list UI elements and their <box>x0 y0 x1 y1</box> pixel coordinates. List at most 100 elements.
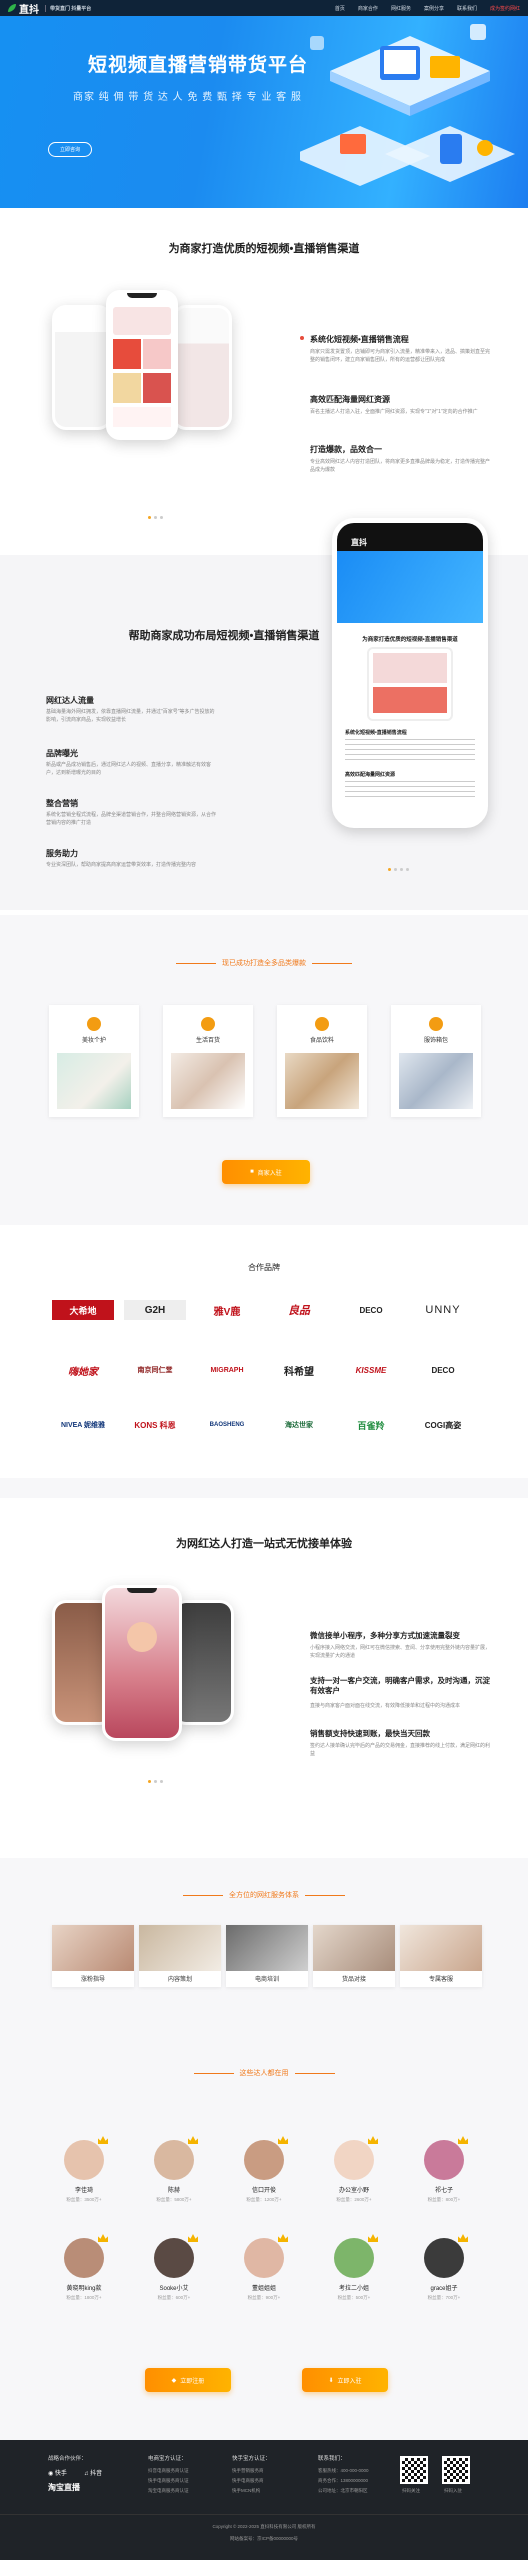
influencer-name: grace姐子 <box>430 2286 458 2292</box>
partners-title: 合作品牌 <box>248 1263 280 1272</box>
logo-text: 直抖 <box>19 4 39 16</box>
footer-link[interactable]: 抖音电商服务商认证 <box>148 2468 189 2474</box>
s1-feature-2-desc: 百名主播达人打造入驻，全面推广网红资源，实现专"1"对"1"定向的合作推广 <box>310 409 478 415</box>
service-card[interactable]: 内容策划 <box>139 1925 221 1987</box>
brand-logo: BAOSHENG <box>209 1422 245 1428</box>
category-card-beauty[interactable]: 美妆个护 <box>49 1005 139 1117</box>
hero-consult-button[interactable]: 立即咨询 <box>48 142 92 157</box>
footer-link[interactable]: 淘宝电商服务商认证 <box>148 2488 189 2494</box>
service-image <box>52 1925 134 1971</box>
influencer-item[interactable]: 考拉二小姐粉丝量：500万+ <box>324 2234 384 2301</box>
register-button[interactable]: ◆ 立即注册 <box>145 2368 231 2392</box>
influencer-name: 李佳琦 <box>74 2188 93 2194</box>
phone-live-center <box>102 1585 182 1741</box>
phone-notch <box>127 293 157 298</box>
carousel-dots-1[interactable] <box>148 516 163 519</box>
influencer-item[interactable]: 黄晓明king款 粉丝量：1800万+ <box>54 2234 114 2301</box>
service-label: 专属客服 <box>428 1977 453 1983</box>
influencer-fans: 粉丝量：500万+ <box>337 2295 371 2300</box>
service-image <box>313 1925 395 1971</box>
douyin-logo: ♫ 抖音 <box>84 2471 103 2477</box>
footer-link[interactable]: 快手电商服务商认证 <box>148 2478 189 2484</box>
avatar <box>64 2234 108 2278</box>
influencer-item[interactable]: 李佳琦 粉丝量：3500万+ <box>54 2136 114 2203</box>
nav-join[interactable]: 成为签约网红 <box>490 5 520 12</box>
nav-influencer[interactable]: 网红服务 <box>391 5 411 12</box>
brand-logo: 嗨她家 <box>68 1366 98 1378</box>
logo[interactable]: 直抖 带货直门 抖量平台 <box>8 1 91 16</box>
diamond-icon: ◆ <box>171 2377 177 2384</box>
brand-logo: 百雀羚 <box>357 1420 385 1431</box>
taobao-live-logo: 淘宝直播 <box>48 2483 80 2492</box>
carousel-dots-3[interactable] <box>148 1780 163 1783</box>
settle-in-button[interactable]: ⬇ 立即入驻 <box>302 2368 388 2392</box>
brand-logo: UNNY <box>425 1304 461 1316</box>
carousel-dots-2[interactable] <box>388 868 409 871</box>
influencer-name: 祁七子 <box>434 2188 453 2194</box>
s3-feature-2-title: 支持一对一客户交流，明确客户需求，及时沟通，沉淀有效客户 <box>310 1676 490 1695</box>
nav-home[interactable]: 首页 <box>335 5 345 12</box>
fashion-image <box>399 1053 473 1109</box>
beauty-icon <box>87 1017 101 1031</box>
category-label: 美妆个护 <box>81 1038 106 1044</box>
phone-large: 直抖 为商家打造优质的短视频•直播销售渠道 系统化短视频•直播销售流程 高效匹配… <box>332 518 488 828</box>
avatar <box>424 2234 468 2278</box>
daily-image <box>171 1053 245 1109</box>
kuaishou-logo: ◉ 快手 <box>48 2471 67 2477</box>
category-card-food[interactable]: 食品饮料 <box>277 1005 367 1117</box>
icp-record[interactable]: 网站备案号：京ICP备00000000号 <box>0 2536 528 2542</box>
influencer-name: 考拉二小姐 <box>338 2286 369 2292</box>
s1-feature-2-title: 高效匹配海量网红资源 <box>310 395 390 404</box>
influencer-item[interactable]: 信口开俊 粉丝量：1200万+ <box>234 2136 294 2203</box>
influencer-item[interactable]: Sooke小艾 粉丝量：600万+ <box>144 2234 204 2301</box>
nav-cases[interactable]: 案例分享 <box>424 5 444 12</box>
brand-logo: MIGRAPH <box>210 1366 244 1374</box>
footer-col-heading: 战略合作伙伴： <box>48 2456 87 2462</box>
nav-merchant[interactable]: 商家合作 <box>358 5 378 12</box>
influencer-item[interactable]: 办公室小野 粉丝量：2600万+ <box>324 2136 384 2203</box>
influencer-fans: 粉丝量：800万+ <box>427 2197 461 2202</box>
service-label: 内容策划 <box>167 1977 192 1983</box>
settle-in-label: 立即入驻 <box>337 2378 362 2385</box>
footer-link[interactable]: 快手电商服务商 <box>232 2478 264 2484</box>
service-card[interactable]: 电商培训 <box>226 1925 308 1987</box>
influencer-name: 办公室小野 <box>338 2188 369 2194</box>
influencers-subtitle: 这些达人都在用 <box>0 2068 528 2078</box>
category-card-fashion[interactable]: 服饰箱包 <box>391 1005 481 1117</box>
beauty-image <box>57 1053 131 1109</box>
influencer-item[interactable]: 祁七子粉丝量：800万+ <box>414 2136 474 2203</box>
daily-goods-icon <box>201 1017 215 1031</box>
influencer-name: 董姐姐姐 <box>251 2286 276 2292</box>
footer-link[interactable]: 快手MCN机构 <box>232 2488 260 2494</box>
footer-link[interactable]: 快手营销服务商 <box>232 2468 264 2474</box>
partner-label: 抖音 <box>90 2471 103 2477</box>
category-card-daily[interactable]: 生活百货 <box>163 1005 253 1117</box>
brand-logo: 海达世家 <box>285 1422 313 1429</box>
qr-code-join <box>442 2456 470 2484</box>
hero-title: 短视频直播营销带货平台 <box>88 55 309 76</box>
influencer-item[interactable]: grace姐子 粉丝量：700万+ <box>414 2234 474 2301</box>
s2-feature-3-title: 整合营销 <box>46 799 78 808</box>
s2-feature-2-title: 品牌曝光 <box>46 749 78 758</box>
influencer-item[interactable]: 董姐姐姐粉丝量：900万+ <box>234 2234 294 2301</box>
s1-feature-3-desc: 专业高效网红达人内容打造团队，将商家更多直推品牌最为稳定，打造传播完整产品成为爆… <box>310 459 491 473</box>
service-card[interactable]: 涨粉指导 <box>52 1925 134 1987</box>
s2-feature-2-desc: 新品或产品成功销售后，通过网红达人的视频、直播分享，精准触达有效客户，达到新增曝… <box>46 762 212 776</box>
download-icon: ⬇ <box>328 2377 334 2384</box>
category-label: 食品饮料 <box>309 1038 334 1044</box>
influencer-fans: 粉丝量：1800万+ <box>66 2295 102 2300</box>
influencer-fans: 粉丝量：1200万+ <box>246 2197 282 2202</box>
influencer-fans: 粉丝量：900万+ <box>247 2295 281 2300</box>
influencer-item[interactable]: 陈赫 粉丝量：5800万+ <box>144 2136 204 2203</box>
service-card[interactable]: 专属客服 <box>400 1925 482 1987</box>
phone-center <box>106 290 178 440</box>
merchant-join-button[interactable]: ■ 商家入驻 <box>222 1160 310 1184</box>
s2-feature-1-title: 网红达人流量 <box>46 696 94 705</box>
nav-links: 首页 商家合作 网红服务 案例分享 联系我们 成为签约网红 <box>335 5 520 12</box>
s3-feature-3-title: 销售额支持快速到账，最快当天回款 <box>310 1729 430 1738</box>
avatar <box>244 2136 288 2180</box>
nav-contact[interactable]: 联系我们 <box>457 5 477 12</box>
service-card[interactable]: 货品对接 <box>313 1925 395 1987</box>
brand-logo: 科希望 <box>284 1366 314 1378</box>
brand-logo: COGI高姿 <box>424 1420 462 1430</box>
